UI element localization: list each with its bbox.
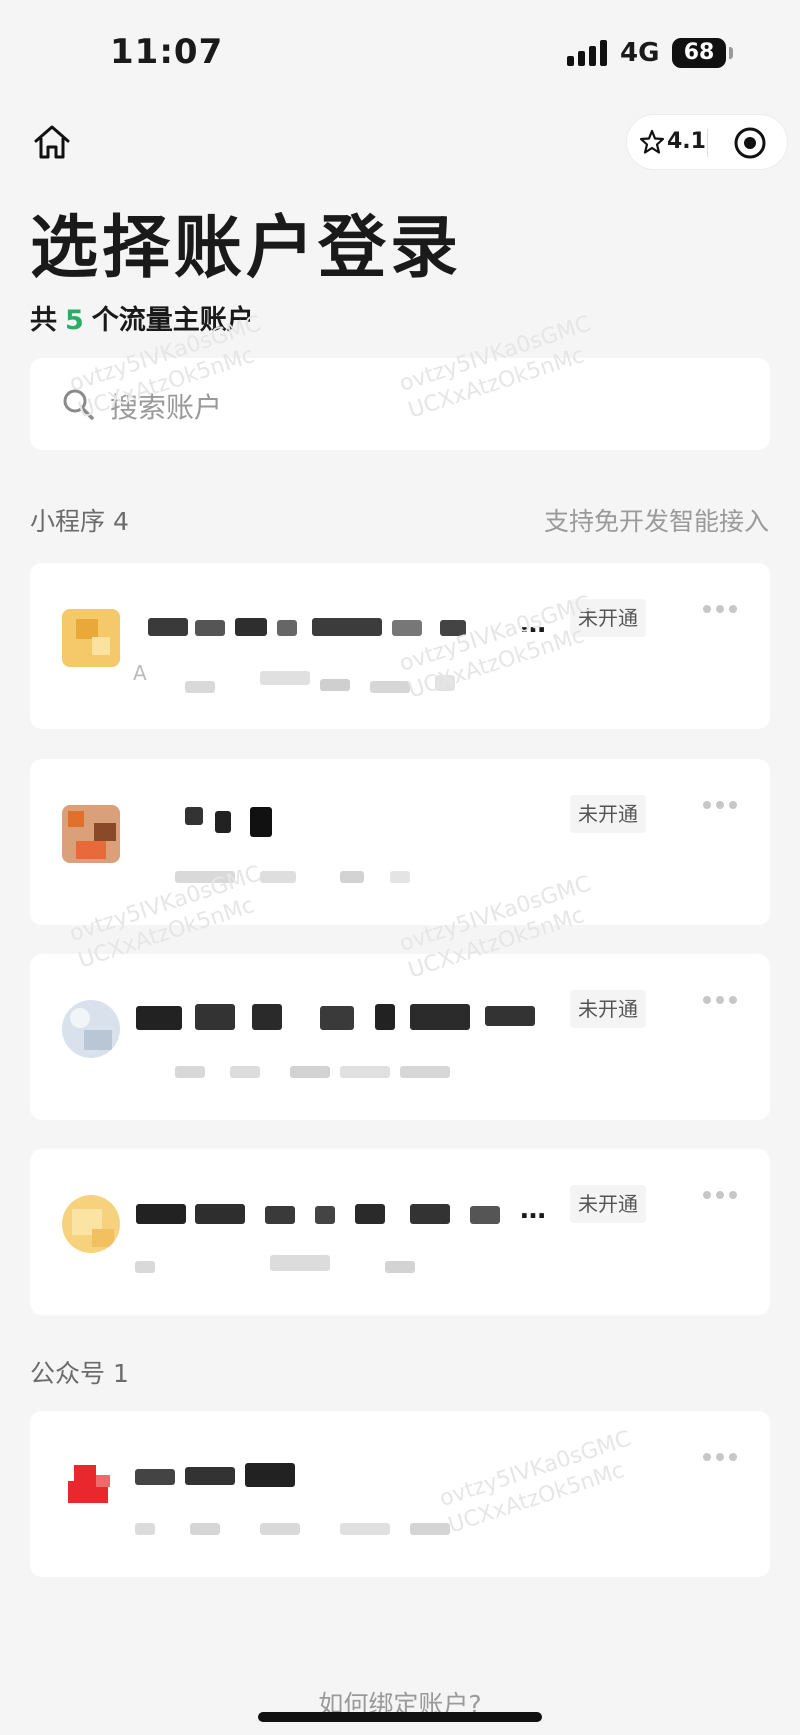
battery-icon: 68 [672, 38, 726, 68]
home-icon [34, 125, 70, 159]
search-input[interactable]: 搜索账户 [30, 358, 770, 450]
search-icon [63, 389, 94, 420]
account-count-text: 共 5 个流量主账户 [30, 298, 254, 337]
account-card[interactable]: … 未开通 [30, 1149, 770, 1315]
close-miniprogram-icon[interactable] [733, 126, 767, 160]
account-subtitle: A [133, 661, 147, 685]
more-options-button[interactable] [703, 601, 739, 617]
more-options-button[interactable] [703, 797, 739, 813]
miniprogram-capsule: 4.1 [626, 114, 788, 170]
section-label-official-account: 公众号 1 [30, 1359, 129, 1388]
more-options-button[interactable] [703, 1449, 739, 1465]
search-placeholder: 搜索账户 [110, 391, 223, 424]
account-count: 5 [65, 305, 84, 336]
status-badge: 未开通 [570, 990, 646, 1028]
account-name-ellipsis: … [520, 1195, 546, 1225]
status-badge: 未开通 [570, 599, 646, 637]
account-name-ellipsis: … [520, 609, 546, 639]
account-avatar [62, 1000, 120, 1058]
star-icon[interactable] [639, 129, 665, 155]
home-indicator [258, 1712, 542, 1722]
status-badge: 未开通 [570, 795, 646, 833]
more-options-button[interactable] [703, 1187, 739, 1203]
more-options-button[interactable] [703, 992, 739, 1008]
cellular-signal-icon [567, 40, 609, 66]
status-time: 11:07 [110, 32, 224, 72]
battery-tip [729, 47, 733, 59]
account-avatar [62, 1195, 120, 1253]
subtitle-prefix: 共 [30, 305, 57, 336]
rating-text: 4.1 [667, 129, 706, 154]
account-card[interactable]: 未开通 [30, 759, 770, 925]
section-label-miniprogram: 小程序 4 [30, 507, 129, 536]
account-card[interactable]: … A 未开通 [30, 563, 770, 729]
status-bar: 11:07 4G 68 [0, 0, 800, 100]
account-card[interactable] [30, 1411, 770, 1577]
page-title: 选择账户登录 [30, 209, 463, 288]
account-avatar [62, 1457, 120, 1515]
account-avatar [62, 805, 120, 863]
capsule-divider [707, 129, 708, 157]
account-avatar [62, 609, 120, 667]
account-card[interactable]: 未开通 [30, 954, 770, 1120]
home-button[interactable] [30, 120, 74, 164]
smart-access-link[interactable]: 支持免开发智能接入 [544, 502, 769, 538]
status-badge: 未开通 [570, 1185, 646, 1223]
network-type: 4G [620, 38, 660, 68]
subtitle-suffix: 个流量主账户 [91, 305, 254, 336]
